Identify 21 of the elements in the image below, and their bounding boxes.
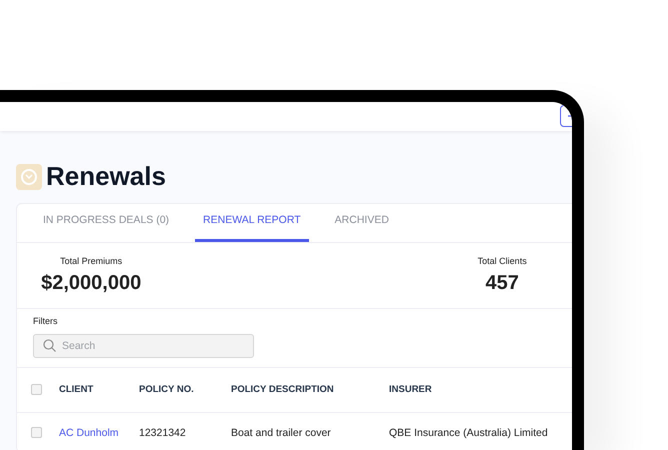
column-header: POLICY DESCRIPTION (231, 382, 335, 397)
table-cell: Boat and trailer cover (231, 427, 331, 440)
column-header: POLICY NO. (139, 382, 195, 397)
stat-value: 457 (484, 271, 520, 296)
column-header: INSURER (389, 382, 433, 397)
checkbox[interactable] (31, 426, 42, 438)
checkbox[interactable] (31, 384, 42, 396)
tab[interactable]: ARCHIVED (326, 204, 397, 242)
table-cell: 12321342 (139, 427, 186, 440)
table-cell: QBE Insurance (Australia) Limited (389, 427, 548, 440)
client-link[interactable]: AC Dunholm (59, 427, 119, 440)
tab[interactable]: IN PROGRESS DEALS (0) (35, 204, 178, 242)
stat-label: Total Clients (476, 254, 528, 268)
page-title: Renewals (46, 161, 166, 192)
filters-label: Filters (33, 315, 58, 328)
column-header: CLIENT (59, 382, 94, 397)
stat-label: Total Premiums (59, 254, 124, 268)
tab[interactable]: RENEWAL REPORT (195, 204, 309, 242)
stat-value: $2,000,000 (40, 271, 142, 296)
search-field[interactable]: Search (33, 334, 254, 358)
search-icon (43, 338, 56, 352)
